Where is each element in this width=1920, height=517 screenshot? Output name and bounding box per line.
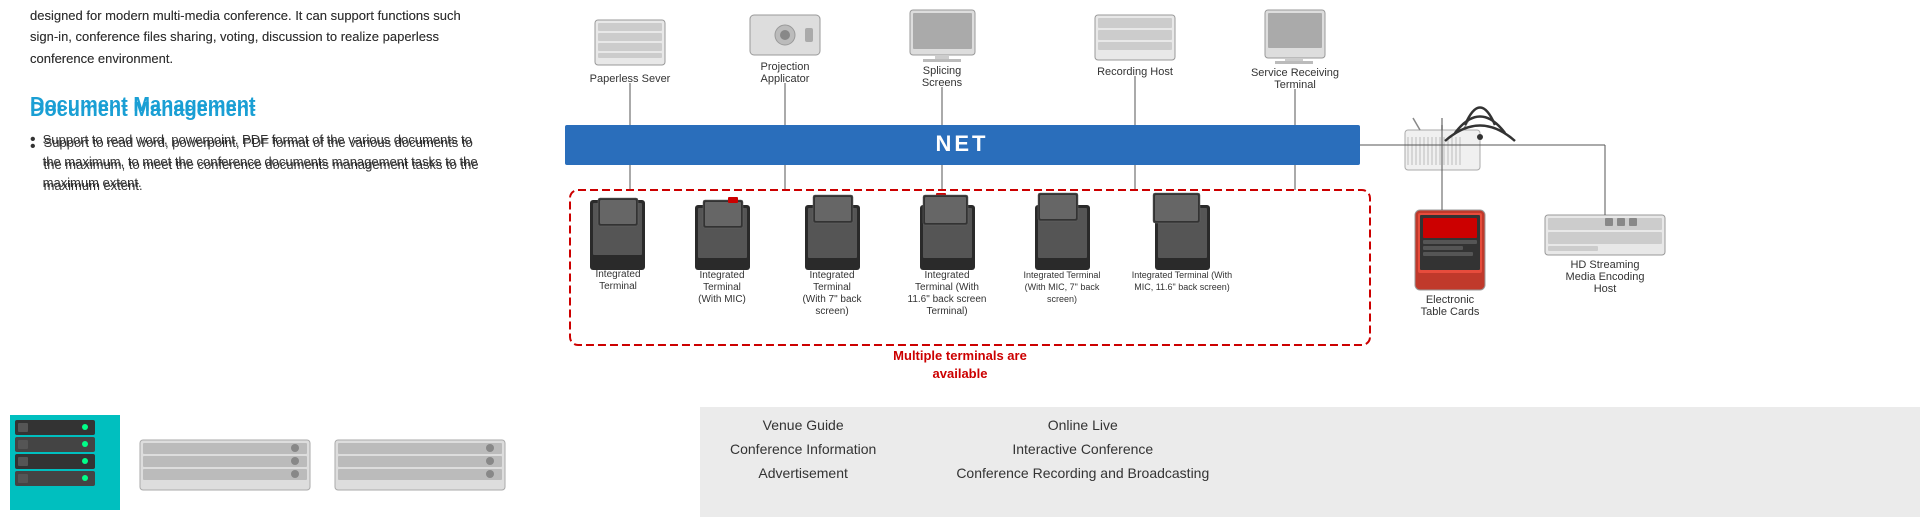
multiple-terminals-text: Multiple terminals are [893, 348, 1027, 363]
terminal-2-mic: Integrated Terminal (With MIC) [695, 197, 750, 305]
diagram-area: Paperless Sever Projection Applicator [565, 0, 1915, 420]
doc-management-heading: Document Management [30, 94, 480, 117]
svg-text:Service Receiving: Service Receiving [1251, 67, 1339, 79]
svg-text:Host: Host [1594, 283, 1617, 295]
footer-text-area: Venue Guide Conference Information Adver… [700, 407, 1920, 517]
footer-server-1 [135, 420, 315, 505]
svg-text:Integrated: Integrated [809, 270, 854, 281]
paperless-server-device: Paperless Sever [590, 20, 671, 125]
text-overlay: designed for modern multi-media conferen… [30, 5, 480, 194]
footer-col-2: Online Live Interactive Conference Confe… [956, 417, 1209, 507]
svg-text:screen): screen) [1047, 294, 1077, 304]
footer-link-advert[interactable]: Advertisement [730, 465, 876, 481]
electronic-table-cards: Electronic Table Cards [1415, 165, 1485, 318]
svg-text:Electronic: Electronic [1426, 294, 1475, 306]
footer-link-venue[interactable]: Venue Guide [730, 417, 876, 433]
diagram-svg: Paperless Sever Projection Applicator [565, 0, 1915, 420]
svg-text:Terminal: Terminal [599, 281, 637, 292]
net-label: NET [936, 131, 989, 156]
splicing-screens-device: Splicing Screens [910, 10, 975, 125]
intro-text: designed for modern multi-media conferen… [30, 8, 461, 66]
terminal-6-mic-116: Integrated Terminal (With MIC, 11.6" bac… [1132, 193, 1232, 292]
svg-text:Integrated: Integrated [595, 269, 640, 280]
svg-text:Splicing: Splicing [923, 65, 962, 77]
footer-server-2 [330, 420, 510, 505]
svg-text:Terminal (With: Terminal (With [915, 282, 979, 293]
svg-text:MIC, 11.6" back screen): MIC, 11.6" back screen) [1134, 282, 1230, 292]
terminal-4-116inch: Integrated Terminal (With 11.6" back scr… [908, 193, 987, 317]
svg-text:Terminal: Terminal [703, 282, 741, 293]
svg-text:(With 7" back: (With 7" back [802, 294, 862, 305]
svg-text:HD Streaming: HD Streaming [1570, 259, 1639, 271]
svg-text:Terminal): Terminal) [926, 306, 967, 317]
recording-host-device: Recording Host [1095, 15, 1175, 125]
footer-image-area [0, 407, 700, 517]
cyan-icon-block [10, 415, 120, 510]
bullet-symbol: • [30, 129, 36, 151]
hd-streaming-encoder: HD Streaming Media Encoding Host [1545, 165, 1665, 295]
bullet-row: • Support to read word, powerpoint, PDF … [30, 129, 480, 193]
footer-col-1: Venue Guide Conference Information Adver… [730, 417, 876, 507]
svg-text:Integrated Terminal (With: Integrated Terminal (With [1132, 270, 1232, 280]
svg-text:Media Encoding: Media Encoding [1566, 271, 1645, 283]
svg-text:(With MIC): (With MIC) [698, 294, 746, 305]
svg-text:(With MIC, 7" back: (With MIC, 7" back [1025, 282, 1100, 292]
footer-bar: Venue Guide Conference Information Adver… [0, 407, 1920, 517]
projection-applicator-device: Projection Applicator [750, 15, 820, 125]
service-receiving-terminal-device: Service Receiving Terminal [1251, 10, 1339, 125]
footer-link-online-live[interactable]: Online Live [956, 417, 1209, 433]
footer-link-interactive[interactable]: Interactive Conference [956, 441, 1209, 457]
svg-text:Table Cards: Table Cards [1421, 306, 1480, 318]
terminal-1: Integrated Terminal [590, 198, 645, 292]
footer-link-conf-info[interactable]: Conference Information [730, 441, 876, 457]
svg-text:Integrated: Integrated [924, 270, 969, 281]
svg-text:11.6" back screen: 11.6" back screen [908, 294, 987, 305]
svg-text:Integrated Terminal: Integrated Terminal [1024, 270, 1101, 280]
bullet-text: Support to read word, powerpoint, PDF fo… [43, 129, 480, 193]
svg-text:Projection: Projection [761, 61, 810, 73]
terminal-3-7inch: Integrated Terminal (With 7" back screen… [802, 195, 862, 317]
page-wrapper: designed for modern multi-media conferen… [0, 0, 1920, 517]
svg-text:Terminal: Terminal [813, 282, 851, 293]
svg-text:Integrated: Integrated [699, 270, 744, 281]
footer-link-recording[interactable]: Conference Recording and Broadcasting [956, 465, 1209, 481]
svg-text:screen): screen) [815, 306, 848, 317]
multiple-terminals-text2: available [933, 366, 988, 381]
intro-paragraph: designed for modern multi-media conferen… [30, 5, 480, 69]
terminal-5-mic-7: Integrated Terminal (With MIC, 7" back s… [1024, 193, 1101, 304]
